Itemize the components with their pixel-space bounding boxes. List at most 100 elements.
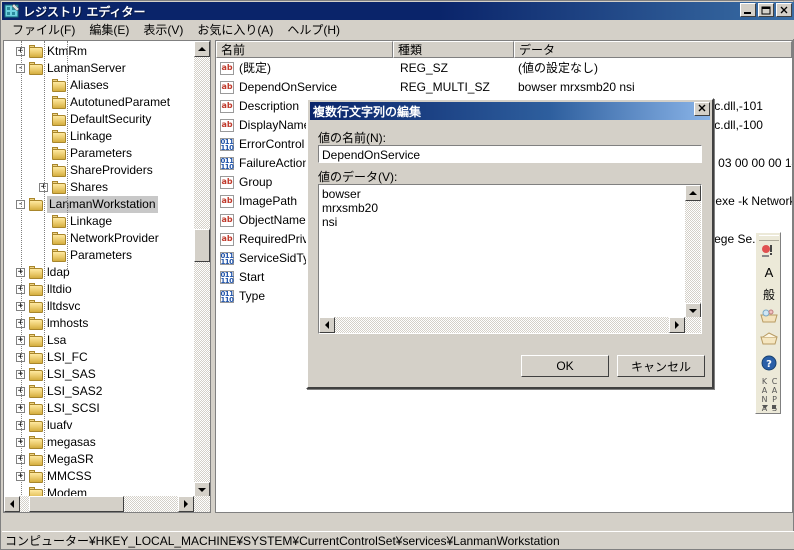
- ok-button[interactable]: OK: [521, 355, 609, 377]
- tree-node-lsi-scsi[interactable]: + LSI_SCSI: [16, 400, 100, 417]
- folder-icon: [28, 436, 44, 449]
- folder-icon: [28, 351, 44, 364]
- tree-node-lsa[interactable]: + Lsa: [16, 332, 66, 349]
- minimize-button[interactable]: [740, 3, 756, 17]
- cell-name: FailureActions: [239, 156, 316, 170]
- tree-node-label: AutotunedParamet: [70, 95, 171, 109]
- menu-file[interactable]: ファイル(F): [5, 19, 82, 40]
- tree-node-parameters[interactable]: Parameters: [39, 145, 132, 162]
- folder-icon: [28, 334, 44, 347]
- tree-node-ktmrm[interactable]: + KtmRm: [16, 43, 87, 60]
- tree-node-defaultsecurity[interactable]: DefaultSecurity: [39, 111, 151, 128]
- cell-data: (値の設定なし): [518, 61, 598, 75]
- tree-node-lsi-sas[interactable]: + LSI_SAS: [16, 366, 96, 383]
- string-value-icon: ab: [220, 119, 234, 132]
- arrow-up-icon: [689, 191, 697, 195]
- tree-node-megasr[interactable]: + MegaSR: [16, 451, 94, 468]
- close-button[interactable]: [776, 3, 792, 17]
- tree-node-linkage[interactable]: Linkage: [39, 213, 112, 230]
- column-header-type[interactable]: 種類: [393, 41, 514, 58]
- folder-icon: [51, 232, 67, 245]
- title-bar[interactable]: レジストリ エディター: [2, 2, 794, 20]
- folder-icon: [28, 300, 44, 313]
- table-row[interactable]: ab DependOnService REG_MULTI_SZ bowser mrxs…: [218, 78, 792, 97]
- column-header-name[interactable]: 名前: [216, 41, 393, 58]
- cell-data: bowser mrxsmb20 nsi: [518, 80, 635, 94]
- ime-language-bar[interactable]: A 般 ? KANA CAPS: [755, 232, 781, 414]
- tree-node-shareproviders[interactable]: ShareProviders: [39, 162, 153, 179]
- menu-view[interactable]: 表示(V): [136, 19, 190, 40]
- value-data-textarea[interactable]: bowser mrxsmb20 nsi: [318, 184, 702, 334]
- textarea-scroll-right-button[interactable]: [669, 317, 685, 333]
- textarea-scroll-up-button[interactable]: [685, 185, 701, 201]
- tree-node-mmcss[interactable]: + MMCSS: [16, 468, 92, 485]
- tree-node-label: LanmanServer: [47, 61, 126, 75]
- ime-pad-icon[interactable]: [759, 329, 779, 348]
- textarea-scroll-left-button[interactable]: [319, 317, 335, 333]
- tree-node-autotunedparamet[interactable]: AutotunedParamet: [39, 94, 170, 111]
- tree-node-lsi-sas2[interactable]: + LSI_SAS2: [16, 383, 102, 400]
- cell-name: Group: [239, 175, 273, 189]
- registry-tree-pane[interactable]: + KtmRm - LanmanServer Aliases AutotunedParam…: [3, 40, 211, 513]
- dialog-title-bar[interactable]: 複数行文字列の編集: [310, 102, 710, 120]
- folder-icon: [28, 283, 44, 296]
- folder-icon: [28, 402, 44, 415]
- value-name-input[interactable]: DependOnService: [318, 145, 702, 163]
- tree-node-shares[interactable]: + Shares: [39, 179, 108, 196]
- registry-editor-window: レジストリ エディター ファイル(F) 編集(E) 表示(V) お気に入り(A)…: [0, 0, 794, 550]
- ime-conversion-mode[interactable]: 般: [759, 285, 779, 304]
- tree-scroll-left-button[interactable]: [4, 496, 20, 512]
- table-row[interactable]: ab (既定) REG_SZ (値の設定なし): [218, 59, 792, 78]
- cell-name: Type: [239, 289, 266, 303]
- tree-node-ldap[interactable]: + ldap: [16, 264, 70, 281]
- cell-name: DependOnService: [239, 80, 338, 94]
- tree-node-lltdsvc[interactable]: + lltdsvc: [16, 298, 80, 315]
- tree-node-networkprovider[interactable]: NetworkProvider: [39, 230, 159, 247]
- maximize-button[interactable]: [758, 3, 774, 17]
- arrow-left-icon: [10, 500, 14, 508]
- tree-node-lanmanworkstation[interactable]: - LanmanWorkstation: [16, 196, 158, 213]
- tree-node-aliases[interactable]: Aliases: [39, 77, 109, 94]
- tree-node-linkage[interactable]: Linkage: [39, 128, 112, 145]
- tree-node-label: MegaSR: [47, 452, 94, 466]
- status-path: コンピューター¥HKEY_LOCAL_MACHINE¥SYSTEM¥Curren…: [5, 534, 560, 548]
- column-header-data[interactable]: データ: [514, 41, 792, 58]
- textarea-hscrollbar[interactable]: [319, 317, 701, 333]
- tree-node-label: LSI_SAS2: [47, 384, 103, 398]
- tree-node-label: Linkage: [70, 214, 113, 228]
- tree-node-label: LSI_FC: [47, 350, 88, 364]
- tree-hscroll-thumb[interactable]: [29, 496, 124, 512]
- tree-node-label: Shares: [70, 180, 109, 194]
- tree-node-lmhosts[interactable]: + lmhosts: [16, 315, 88, 332]
- ime-input-mode-alpha[interactable]: A: [759, 263, 779, 282]
- tree-node-label: lmhosts: [47, 316, 89, 330]
- dialog-close-button[interactable]: [694, 102, 710, 116]
- textarea-vscrollbar[interactable]: [685, 185, 701, 319]
- arrow-down-icon: [198, 488, 206, 492]
- tree-node-parameters[interactable]: Parameters: [39, 247, 132, 264]
- tree-node-megasas[interactable]: + megasas: [16, 434, 96, 451]
- tree-vscroll-thumb[interactable]: [194, 229, 210, 262]
- tree-node-lanmanserver[interactable]: - LanmanServer: [16, 60, 126, 77]
- ime-status-icon[interactable]: [759, 241, 779, 260]
- menu-favorites[interactable]: お気に入り(A): [190, 19, 280, 40]
- folder-icon: [28, 45, 44, 58]
- tree-node-label: ShareProviders: [70, 163, 153, 177]
- ime-dictionary-icon[interactable]: [759, 307, 779, 326]
- tree-vscrollbar[interactable]: [194, 41, 210, 498]
- ime-options-button[interactable]: [759, 401, 779, 413]
- tree-node-lsi-fc[interactable]: + LSI_FC: [16, 349, 88, 366]
- cancel-button-label: キャンセル: [630, 359, 691, 374]
- menu-help[interactable]: ヘルプ(H): [280, 19, 347, 40]
- cancel-button[interactable]: キャンセル: [617, 355, 705, 377]
- string-value-icon: ab: [220, 62, 234, 75]
- binary-value-icon: 011 110: [220, 157, 234, 171]
- folder-icon: [28, 385, 44, 398]
- ime-help-icon[interactable]: ?: [759, 353, 779, 372]
- tree-hscrollbar[interactable]: [4, 496, 210, 512]
- tree-scroll-up-button[interactable]: [194, 41, 210, 57]
- registry-tree[interactable]: + KtmRm - LanmanServer Aliases AutotunedParam…: [4, 41, 196, 499]
- window-title: レジストリ エディター: [23, 4, 146, 19]
- tree-scroll-right-button[interactable]: [178, 496, 194, 512]
- menu-edit[interactable]: 編集(E): [82, 19, 136, 40]
